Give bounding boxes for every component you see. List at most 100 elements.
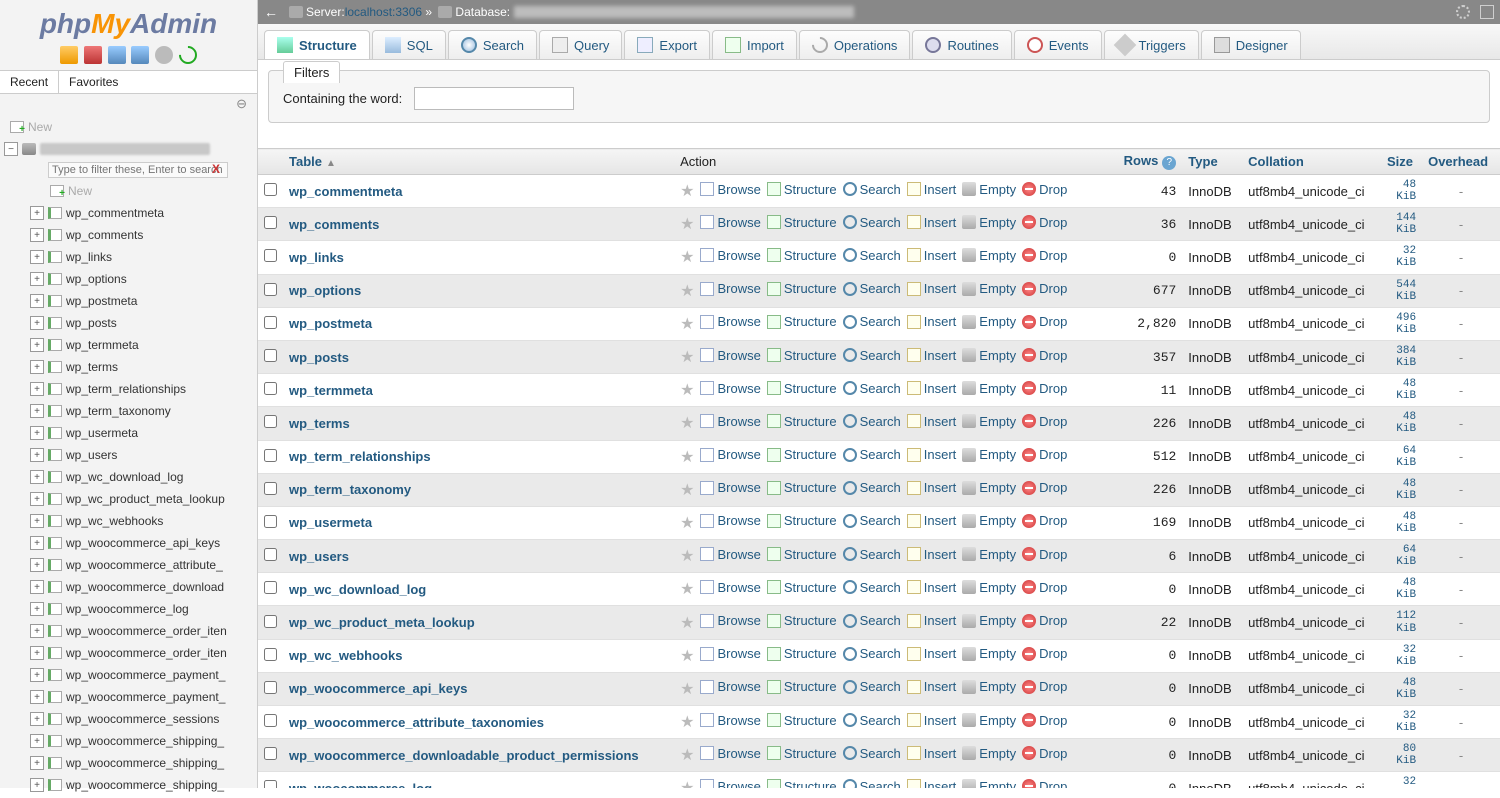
- nav-table-link[interactable]: wp_terms: [66, 360, 118, 374]
- action-search[interactable]: Search: [843, 646, 901, 661]
- action-drop[interactable]: Drop: [1022, 679, 1067, 694]
- action-empty[interactable]: Empty: [962, 215, 1016, 230]
- table-name-link[interactable]: wp_usermeta: [289, 515, 372, 530]
- table-name-link[interactable]: wp_woocommerce_log: [289, 781, 432, 788]
- col-rows-link[interactable]: Rows: [1124, 153, 1159, 168]
- expand-tree-icon[interactable]: +: [30, 580, 44, 594]
- nav-table-link[interactable]: wp_woocommerce_payment_: [66, 690, 225, 704]
- action-search[interactable]: Search: [843, 314, 901, 329]
- reload-icon[interactable]: [175, 42, 200, 67]
- action-insert[interactable]: Insert: [907, 414, 957, 429]
- action-empty[interactable]: Empty: [962, 381, 1016, 396]
- table-name-link[interactable]: wp_posts: [289, 350, 349, 365]
- table-name-link[interactable]: wp_wc_product_meta_lookup: [289, 615, 475, 630]
- action-insert[interactable]: Insert: [907, 746, 957, 761]
- action-search[interactable]: Search: [843, 381, 901, 396]
- action-search[interactable]: Search: [843, 414, 901, 429]
- action-browse[interactable]: Browse: [700, 381, 760, 396]
- expand-tree-icon[interactable]: +: [30, 646, 44, 660]
- favorite-star[interactable]: ★: [680, 712, 694, 732]
- action-browse[interactable]: Browse: [700, 779, 760, 788]
- nav-table-link[interactable]: wp_commentmeta: [66, 206, 164, 220]
- action-search[interactable]: Search: [843, 248, 901, 263]
- action-drop[interactable]: Drop: [1022, 580, 1067, 595]
- table-name-link[interactable]: wp_term_taxonomy: [289, 482, 411, 497]
- action-browse[interactable]: Browse: [700, 447, 760, 462]
- expand-tree-icon[interactable]: +: [30, 536, 44, 550]
- tab-events[interactable]: Events: [1014, 30, 1102, 59]
- nav-table-link[interactable]: wp_woocommerce_log: [66, 602, 189, 616]
- table-name-link[interactable]: wp_wc_webhooks: [289, 648, 402, 663]
- action-structure[interactable]: Structure: [767, 646, 837, 661]
- col-rows[interactable]: Rows?: [1112, 149, 1182, 175]
- row-checkbox[interactable]: [264, 747, 277, 760]
- action-empty[interactable]: Empty: [962, 746, 1016, 761]
- action-browse[interactable]: Browse: [700, 414, 760, 429]
- table-name-link[interactable]: wp_links: [289, 250, 344, 265]
- action-drop[interactable]: Drop: [1022, 248, 1067, 263]
- table-filter-input[interactable]: [48, 162, 228, 178]
- action-search[interactable]: Search: [843, 547, 901, 562]
- action-search[interactable]: Search: [843, 480, 901, 495]
- row-checkbox[interactable]: [264, 249, 277, 262]
- page-settings-icon[interactable]: [1456, 5, 1470, 19]
- nav-table-link[interactable]: wp_woocommerce_download: [66, 580, 224, 594]
- action-drop[interactable]: Drop: [1022, 348, 1067, 363]
- action-empty[interactable]: Empty: [962, 248, 1016, 263]
- nav-table-link[interactable]: wp_woocommerce_shipping_: [66, 778, 224, 792]
- action-structure[interactable]: Structure: [767, 713, 837, 728]
- action-structure[interactable]: Structure: [767, 547, 837, 562]
- action-insert[interactable]: Insert: [907, 613, 957, 628]
- rows-help-icon[interactable]: ?: [1162, 156, 1176, 170]
- expand-tree-icon[interactable]: +: [30, 250, 44, 264]
- tab-designer[interactable]: Designer: [1201, 30, 1301, 59]
- action-drop[interactable]: Drop: [1022, 480, 1067, 495]
- col-size[interactable]: Size: [1381, 149, 1422, 175]
- action-browse[interactable]: Browse: [700, 679, 760, 694]
- action-browse[interactable]: Browse: [700, 248, 760, 263]
- nav-table-link[interactable]: wp_wc_download_log: [66, 470, 183, 484]
- table-name-link[interactable]: wp_users: [289, 549, 349, 564]
- tab-search[interactable]: Search: [448, 30, 537, 59]
- action-empty[interactable]: Empty: [962, 713, 1016, 728]
- action-empty[interactable]: Empty: [962, 447, 1016, 462]
- clear-filter-icon[interactable]: X: [212, 162, 220, 176]
- action-browse[interactable]: Browse: [700, 547, 760, 562]
- favorite-star[interactable]: ★: [680, 214, 694, 234]
- col-collation[interactable]: Collation: [1242, 149, 1381, 175]
- action-insert[interactable]: Insert: [907, 480, 957, 495]
- row-checkbox[interactable]: [264, 515, 277, 528]
- action-structure[interactable]: Structure: [767, 613, 837, 628]
- action-browse[interactable]: Browse: [700, 613, 760, 628]
- logo[interactable]: phpMyAdmin: [0, 0, 257, 44]
- action-search[interactable]: Search: [843, 348, 901, 363]
- action-browse[interactable]: Browse: [700, 480, 760, 495]
- nav-table-link[interactable]: wp_links: [66, 250, 112, 264]
- nav-table-link[interactable]: wp_postmeta: [66, 294, 137, 308]
- home-icon[interactable]: [60, 46, 78, 64]
- action-structure[interactable]: Structure: [767, 348, 837, 363]
- table-name-link[interactable]: wp_termmeta: [289, 383, 373, 398]
- action-structure[interactable]: Structure: [767, 182, 837, 197]
- action-structure[interactable]: Structure: [767, 314, 837, 329]
- table-name-link[interactable]: wp_postmeta: [289, 316, 372, 331]
- back-icon[interactable]: ←: [264, 4, 278, 20]
- action-insert[interactable]: Insert: [907, 281, 957, 296]
- table-name-link[interactable]: wp_woocommerce_attribute_taxonomies: [289, 715, 544, 730]
- action-insert[interactable]: Insert: [907, 779, 957, 788]
- favorite-star[interactable]: ★: [680, 181, 694, 201]
- action-search[interactable]: Search: [843, 215, 901, 230]
- nav-table-link[interactable]: wp_users: [66, 448, 117, 462]
- nav-table-link[interactable]: wp_woocommerce_shipping_: [66, 734, 224, 748]
- action-structure[interactable]: Structure: [767, 414, 837, 429]
- nav-table-link[interactable]: wp_posts: [66, 316, 117, 330]
- action-structure[interactable]: Structure: [767, 580, 837, 595]
- table-name-link[interactable]: wp_term_relationships: [289, 449, 431, 464]
- action-browse[interactable]: Browse: [700, 746, 760, 761]
- row-checkbox[interactable]: [264, 283, 277, 296]
- favorite-star[interactable]: ★: [680, 778, 694, 788]
- filter-input[interactable]: [414, 87, 574, 110]
- tab-triggers[interactable]: Triggers: [1104, 30, 1199, 59]
- action-empty[interactable]: Empty: [962, 480, 1016, 495]
- action-search[interactable]: Search: [843, 580, 901, 595]
